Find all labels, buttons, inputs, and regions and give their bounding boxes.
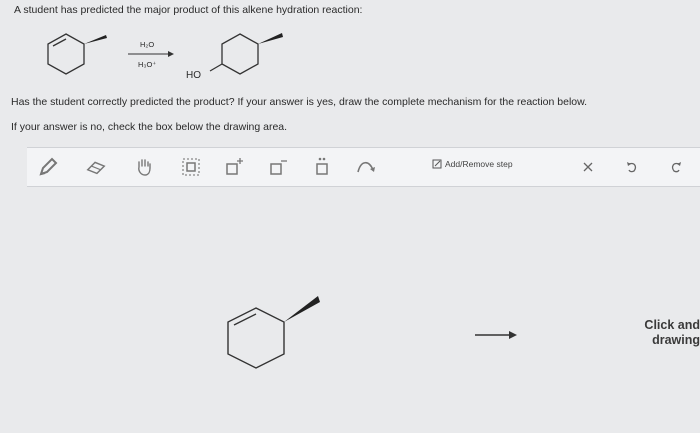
drawing-canvas[interactable] [0, 186, 700, 433]
canvas-hint: Click and drawing [644, 318, 700, 348]
undo-icon[interactable] [621, 156, 643, 178]
reagent-top-label: H₂O [140, 40, 155, 49]
canvas-hint-line2: drawing [652, 333, 700, 347]
canvas-hint-line1: Click and [644, 318, 700, 332]
reagent-bottom-label: H₃O⁺ [138, 60, 157, 69]
add-remove-step-label: Add/Remove step [445, 159, 513, 169]
negative-charge-icon[interactable] [267, 156, 289, 178]
redo-icon[interactable] [665, 156, 687, 178]
question-instruction: Has the student correctly predicted the … [11, 96, 588, 108]
drawing-toolbar: Add/Remove step [27, 147, 700, 187]
curved-arrow-icon[interactable] [355, 156, 377, 178]
canvas-reaction-arrow[interactable] [475, 330, 517, 340]
edit-icon [432, 159, 442, 169]
lone-pair-icon[interactable] [311, 156, 333, 178]
add-remove-step-button[interactable]: Add/Remove step [432, 159, 513, 169]
canvas-starting-structure[interactable] [222, 290, 332, 382]
pencil-icon[interactable] [37, 156, 59, 178]
positive-charge-icon[interactable] [223, 156, 245, 178]
question-checkbox-note: If your answer is no, check the box belo… [11, 121, 288, 133]
question-prompt: A student has predicted the major produc… [14, 4, 363, 16]
eraser-icon[interactable] [85, 156, 107, 178]
box-select-icon[interactable] [180, 156, 202, 178]
product-structure [209, 33, 283, 75]
reactant-structure [47, 33, 107, 75]
hand-icon[interactable] [133, 156, 155, 178]
close-icon[interactable] [577, 156, 599, 178]
product-hydroxyl-label: HO [186, 70, 201, 81]
reaction-arrow [128, 51, 174, 57]
